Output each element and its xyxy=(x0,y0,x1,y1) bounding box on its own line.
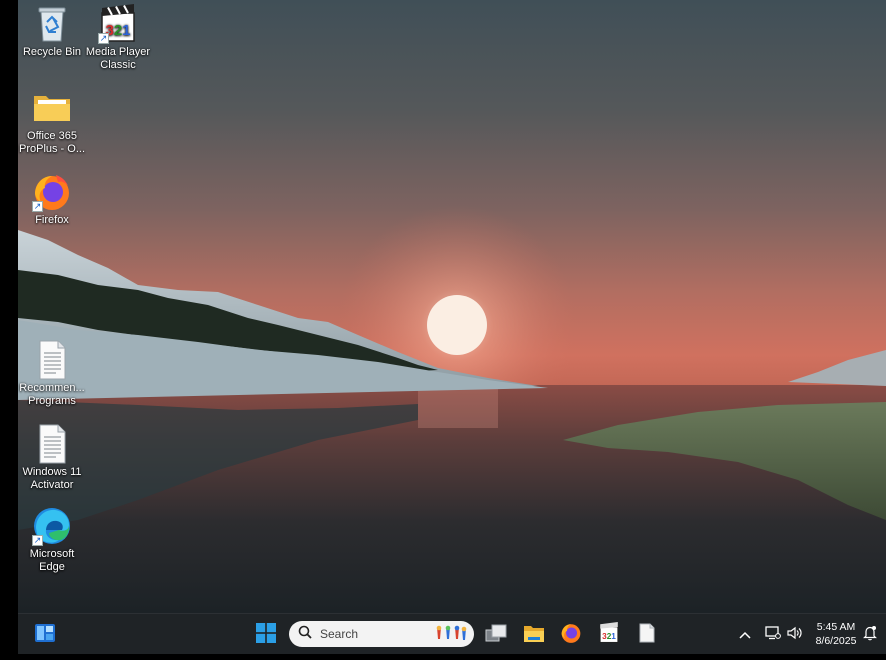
file-explorer-icon xyxy=(523,623,545,648)
desktop-icon-label: Office 365 ProPlus - O... xyxy=(18,130,86,155)
bottom-black-strip xyxy=(0,654,886,660)
widgets-button[interactable] xyxy=(30,620,60,650)
taskbar-firefox[interactable] xyxy=(556,620,586,650)
widgets-icon xyxy=(34,623,56,648)
clock-time: 5:45 AM xyxy=(816,621,856,633)
taskbar-file-explorer[interactable] xyxy=(519,620,549,650)
desktop-icon-firefox[interactable]: ↗ Firefox xyxy=(17,172,87,227)
media-player-classic-icon: 321 ↗ xyxy=(98,4,138,44)
search-icon xyxy=(298,625,312,644)
desktop-icon-label: Media Player Classic xyxy=(85,46,151,71)
desktop-icon-label: Windows 11 Activator xyxy=(22,466,82,491)
network-icon xyxy=(765,625,781,645)
desktop-icon-microsoft-edge[interactable]: ↗ Microsoft Edge xyxy=(17,506,87,574)
clock[interactable]: 5:45 AM 8/6/2025 xyxy=(812,620,860,648)
text-file-icon xyxy=(32,424,72,464)
svg-text:321: 321 xyxy=(105,22,130,39)
search-highlight-icon xyxy=(434,625,468,648)
taskbar-media-player-classic[interactable]: 321 xyxy=(594,620,624,650)
media-player-classic-icon: 321 xyxy=(598,621,620,649)
notepad-file-icon xyxy=(639,623,655,648)
task-view-button[interactable] xyxy=(481,620,511,650)
shortcut-arrow-icon: ↗ xyxy=(32,201,43,212)
start-button[interactable] xyxy=(251,620,281,650)
desktop-icon-media-player-classic[interactable]: 321 ↗ Media Player Classic xyxy=(83,4,153,72)
taskbar-search-box[interactable]: Search xyxy=(289,621,474,647)
folder-icon xyxy=(32,88,72,128)
search-placeholder: Search xyxy=(320,627,359,641)
edge-icon: ↗ xyxy=(32,506,72,546)
volume-button[interactable] xyxy=(783,620,807,650)
shortcut-arrow-icon: ↗ xyxy=(32,535,43,546)
taskbar-notepad-file[interactable] xyxy=(632,620,662,650)
notification-bell-icon xyxy=(863,625,877,646)
chevron-up-icon xyxy=(739,626,751,644)
left-black-bar xyxy=(0,0,18,660)
desktop-icon-label: Firefox xyxy=(35,214,69,226)
desktop-icon-recycle-bin[interactable]: Recycle Bin xyxy=(17,4,87,59)
windows-start-icon xyxy=(256,622,276,648)
desktop-icon-windows-11-activator[interactable]: Windows 11 Activator xyxy=(17,424,87,492)
svg-text:321: 321 xyxy=(602,632,616,641)
notifications-button[interactable] xyxy=(858,620,882,650)
shortcut-arrow-icon: ↗ xyxy=(98,33,109,44)
show-hidden-icons-button[interactable] xyxy=(733,620,757,650)
network-status-button[interactable] xyxy=(761,620,785,650)
speaker-icon xyxy=(787,626,803,645)
desktop-icon-label: Recommen... Programs xyxy=(19,382,85,407)
desktop-icon-recommended-programs[interactable]: Recommen... Programs xyxy=(17,340,87,408)
task-view-icon xyxy=(485,624,507,647)
desktop-icon-office-365[interactable]: Office 365 ProPlus - O... xyxy=(17,88,87,156)
desktop-icon-label: Recycle Bin xyxy=(22,46,82,58)
recycle-bin-icon xyxy=(32,4,72,44)
text-file-icon xyxy=(32,340,72,380)
desktop-icon-label: Microsoft Edge xyxy=(29,548,75,573)
desktop-wallpaper xyxy=(18,0,886,613)
taskbar: Search 321 5:45 AM 8/6/2025 xyxy=(18,613,886,655)
firefox-icon xyxy=(560,622,582,649)
firefox-icon: ↗ xyxy=(32,172,72,212)
clock-date: 8/6/2025 xyxy=(815,635,857,647)
